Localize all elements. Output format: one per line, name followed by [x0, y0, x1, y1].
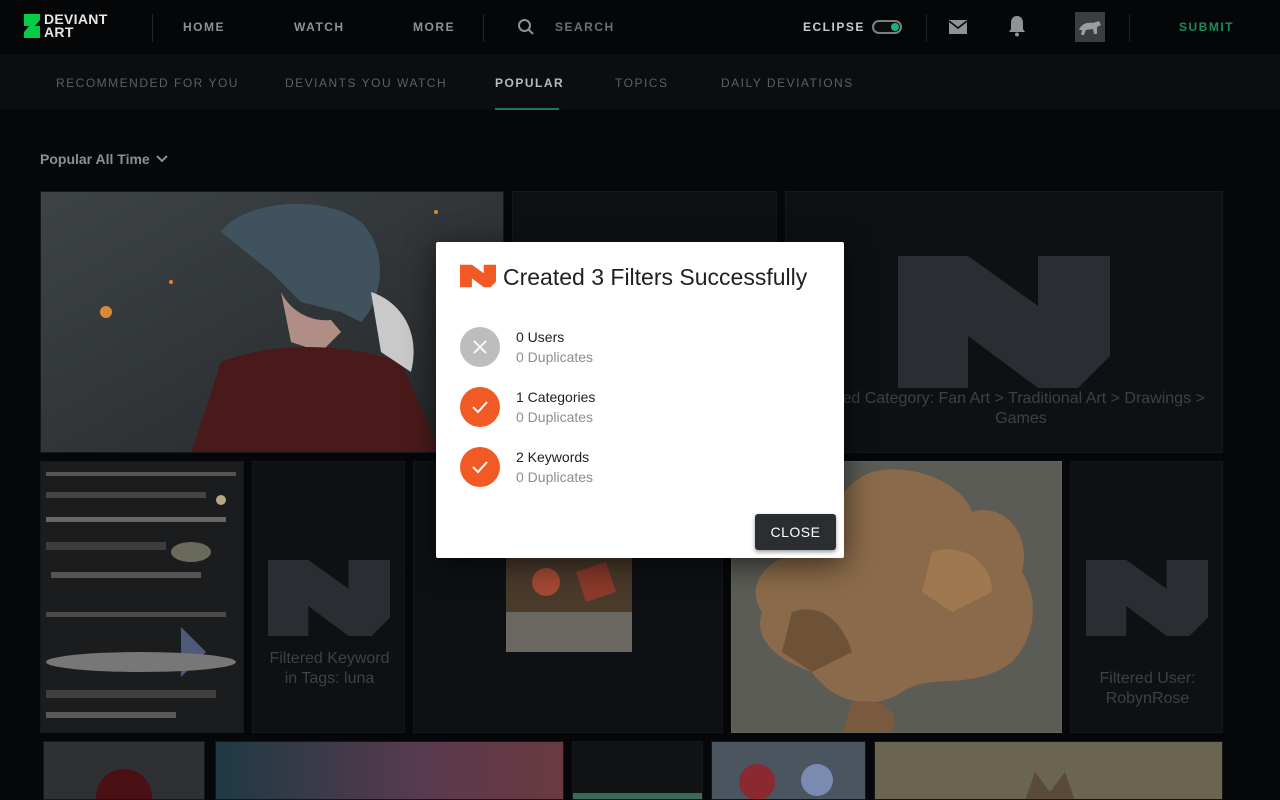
nav-more[interactable]: MORE [413, 20, 455, 34]
checkmark-icon [460, 387, 500, 427]
titan-artwork [506, 552, 632, 652]
filtered-category-text: red Category: Fan Art > Traditional Art … [837, 390, 1205, 427]
dialog-title: Created 3 Filters Successfully [503, 264, 808, 290]
submit-button[interactable]: SUBMIT [1179, 20, 1234, 34]
active-tab-indicator [495, 108, 559, 110]
filtered-keyword-tile[interactable]: Filtered Keyword in Tags: luna [252, 461, 405, 733]
close-button[interactable]: CLOSE [755, 514, 836, 550]
chevron-down-icon [155, 155, 168, 163]
sub-navigation: RECOMMENDED FOR YOU DEVIANTS YOU WATCH P… [0, 54, 1280, 110]
duplicates-count: 0 Duplicates [516, 469, 594, 485]
logo-text-line2: ART [44, 24, 74, 40]
divider [926, 14, 927, 42]
deviation-thumbnail[interactable] [572, 741, 703, 800]
nebula-artwork [216, 742, 563, 799]
deviation-thumbnail[interactable] [711, 741, 866, 800]
status-none-icon [460, 327, 500, 367]
filter-logo-icon [460, 264, 496, 288]
anime-girl-artwork [41, 192, 503, 452]
filtered-category-tile[interactable]: red Category: Fan Art > Traditional Art … [785, 191, 1223, 453]
filtered-user-text: Filtered User: RobynRose [1099, 670, 1196, 707]
deviation-thumbnail[interactable] [40, 461, 244, 733]
spaceships-artwork [41, 462, 243, 732]
tab-popular[interactable]: POPULAR [495, 76, 564, 90]
duplicates-count: 0 Duplicates [516, 349, 594, 365]
filters-created-dialog: Created 3 Filters Successfully 0 Users 0… [436, 242, 844, 558]
filtered-user-tile[interactable]: Filtered User: RobynRose [1070, 461, 1223, 733]
deviantart-logo-icon [24, 14, 40, 38]
divider [483, 14, 484, 42]
checkmark-icon [460, 447, 500, 487]
artwork-thumbnail [573, 742, 702, 799]
filtered-keyword-text: Filtered Keyword in Tags: luna [269, 650, 390, 687]
users-result-row: 0 Users 0 Duplicates [460, 327, 593, 367]
tab-recommended-for-you[interactable]: RECOMMENDED FOR YOU [56, 76, 239, 90]
characters-artwork [712, 742, 865, 799]
categories-result-row: 1 Categories 0 Duplicates [460, 387, 595, 427]
tab-deviants-you-watch[interactable]: DEVIANTS YOU WATCH [285, 76, 447, 90]
sort-label: Popular All Time [40, 151, 150, 167]
top-bar: DEVIANT ART HOME WATCH MORE SEARCH ECLIP… [0, 0, 1280, 54]
eclipse-toggle[interactable] [872, 20, 902, 34]
user-avatar[interactable] [1075, 12, 1105, 42]
filtered-placeholder-icon [898, 256, 1110, 388]
nav-home[interactable]: HOME [183, 20, 225, 34]
duplicates-count: 0 Duplicates [516, 409, 594, 425]
result-count: 1 Categories [516, 389, 596, 405]
eclipse-label: ECLIPSE [803, 20, 865, 34]
avatar-image-icon [1075, 12, 1105, 42]
deviation-thumbnail[interactable] [874, 741, 1223, 800]
result-count: 0 Users [516, 329, 565, 345]
result-count: 2 Keywords [516, 449, 590, 465]
deviation-thumbnail[interactable] [43, 741, 205, 800]
tab-daily-deviations[interactable]: DAILY DEVIATIONS [721, 76, 854, 90]
sort-dropdown[interactable]: Popular All Time [40, 151, 168, 167]
tab-topics[interactable]: TOPICS [615, 76, 668, 90]
mail-icon[interactable] [949, 20, 967, 34]
keywords-result-row: 2 Keywords 0 Duplicates [460, 447, 593, 487]
nav-watch[interactable]: WATCH [294, 20, 345, 34]
deviantart-logo[interactable]: DEVIANT ART [22, 12, 108, 40]
divider [152, 14, 153, 42]
divider [1129, 14, 1130, 42]
filtered-placeholder-icon [267, 560, 391, 636]
search-input[interactable]: SEARCH [555, 20, 615, 34]
search-icon[interactable] [517, 18, 535, 36]
fox-artwork [875, 742, 1222, 799]
deviation-thumbnail[interactable] [40, 191, 504, 453]
rose-artwork [44, 742, 204, 799]
deviation-thumbnail[interactable] [215, 741, 564, 800]
filtered-placeholder-icon [1085, 560, 1209, 636]
notifications-bell-icon[interactable] [1008, 15, 1026, 37]
